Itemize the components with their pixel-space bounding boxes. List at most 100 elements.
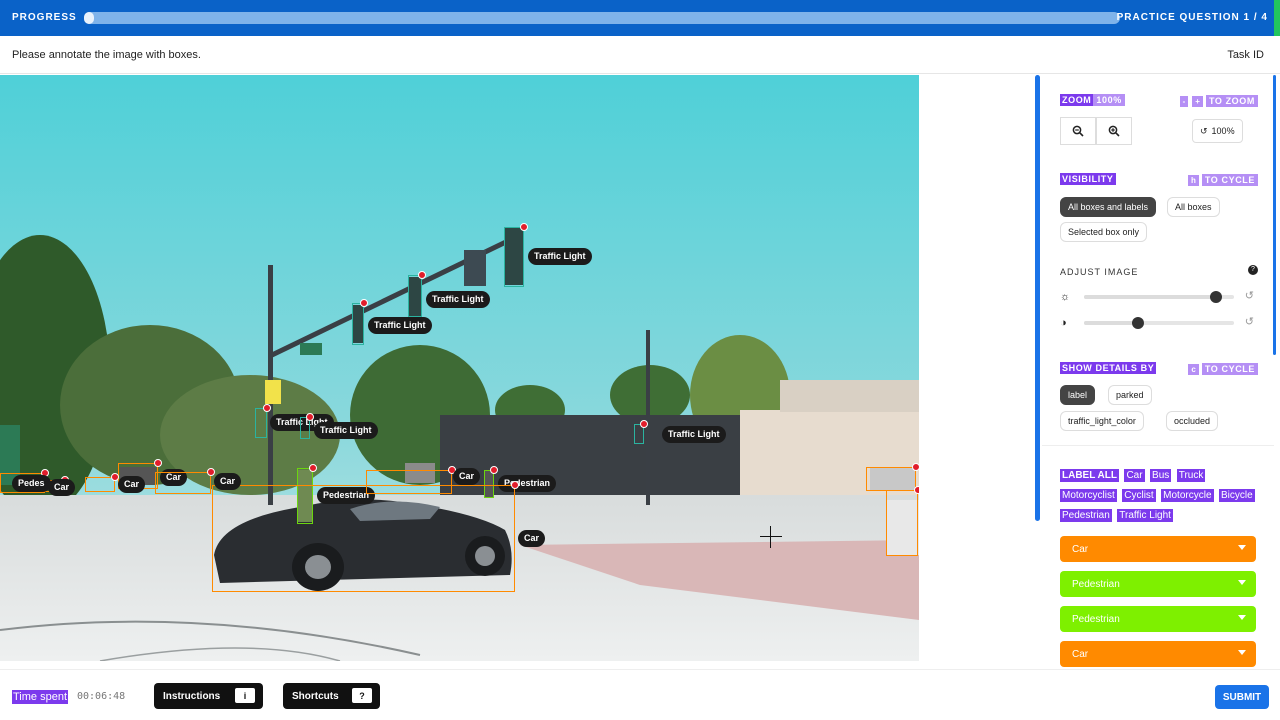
- annotation-label[interactable]: Car: [214, 473, 242, 490]
- annotation-label[interactable]: Car: [453, 468, 481, 485]
- label-all-pedestrian[interactable]: Pedestrian: [1060, 509, 1112, 522]
- annotation-canvas[interactable]: Traffic Light Traffic Light Traffic Light T…: [0, 75, 919, 661]
- delete-box-icon[interactable]: [490, 466, 498, 474]
- details-option-label[interactable]: label: [1060, 385, 1096, 405]
- panel-scrollbar[interactable]: [1273, 75, 1276, 355]
- annotation-dropdown[interactable]: Pedestrian: [1060, 571, 1256, 597]
- label-all-cyclist[interactable]: Cyclist: [1122, 489, 1156, 502]
- submit-button[interactable]: SUBMIT: [1215, 685, 1269, 709]
- footer-bar: Time spent 00:06:48 Instructions i Short…: [0, 669, 1280, 720]
- annotation-dropdown[interactable]: Car: [1060, 641, 1256, 667]
- zoom-hint: TO ZOOM: [1205, 95, 1258, 107]
- instructions-key: i: [235, 688, 255, 703]
- details-option-traffic-light-color[interactable]: traffic_light_color: [1060, 411, 1144, 431]
- canvas-scrollbar[interactable]: [1035, 75, 1040, 521]
- instructions-label: Instructions: [163, 690, 221, 702]
- chevron-down-icon: [1238, 615, 1246, 620]
- annotation-box[interactable]: [85, 477, 115, 492]
- delete-box-icon[interactable]: [640, 420, 648, 428]
- instructions-button[interactable]: Instructions i: [154, 683, 263, 709]
- visibility-key: h: [1186, 174, 1200, 187]
- annotation-box[interactable]: [504, 227, 524, 287]
- label-all-truck[interactable]: Truck: [1176, 469, 1206, 482]
- annotation-label[interactable]: Car: [48, 479, 76, 496]
- brightness-reset-icon[interactable]: ↺: [1245, 289, 1254, 302]
- annotation-label[interactable]: Traffic Light: [662, 426, 726, 443]
- delete-box-icon[interactable]: [914, 486, 919, 494]
- brightness-slider[interactable]: [1084, 291, 1234, 303]
- label-all-motorcycle[interactable]: Motorcycle: [1161, 489, 1214, 502]
- details-shortcut-hint: c TO CYCLE: [1187, 363, 1258, 376]
- contrast-icon: ◑: [1060, 317, 1067, 329]
- label-all-bus[interactable]: Bus: [1150, 469, 1172, 482]
- annotation-box[interactable]: [255, 408, 267, 438]
- contrast-reset-icon[interactable]: ↺: [1245, 315, 1254, 328]
- visibility-option-selected-only[interactable]: Selected box only: [1060, 222, 1148, 242]
- annotation-box[interactable]: [408, 275, 422, 317]
- panel-divider: [1042, 445, 1274, 446]
- help-icon[interactable]: ?: [1248, 265, 1258, 275]
- delete-box-icon[interactable]: [511, 481, 519, 489]
- annotation-label[interactable]: Pedes: [12, 475, 51, 492]
- brightness-slider-thumb[interactable]: [1210, 291, 1222, 303]
- label-all-bicycle[interactable]: Bicycle: [1218, 489, 1255, 502]
- delete-box-icon[interactable]: [154, 459, 162, 467]
- visibility-label: VISIBILITY: [1060, 173, 1116, 185]
- annotation-box[interactable]: [155, 472, 211, 494]
- task-instruction: Please annotate the image with boxes.: [12, 49, 201, 61]
- zoom-reset-button[interactable]: ↺ 100%: [1192, 119, 1243, 143]
- zoom-out-button[interactable]: [1060, 117, 1096, 145]
- zoom-label: ZOOM: [1060, 94, 1094, 106]
- zoom-reset-label: 100%: [1211, 126, 1235, 136]
- zoom-in-button[interactable]: [1096, 117, 1132, 145]
- delete-box-icon[interactable]: [360, 299, 368, 307]
- annotation-box[interactable]: [886, 490, 918, 556]
- zoom-shortcut-hint: - + TO ZOOM: [1178, 95, 1258, 108]
- time-spent-label: Time spent: [12, 690, 69, 704]
- task-id-link[interactable]: Task ID: [1227, 49, 1264, 61]
- annotation-box[interactable]: [366, 470, 452, 494]
- zoom-header: ZOOM 100%: [1060, 94, 1125, 106]
- label-all-title: LABEL ALL: [1060, 469, 1119, 482]
- brightness-icon: ☼: [1060, 291, 1071, 303]
- annotation-label[interactable]: Traffic Light: [426, 291, 490, 308]
- shortcuts-label: Shortcuts: [292, 690, 339, 702]
- delete-box-icon[interactable]: [309, 464, 317, 472]
- shortcuts-button[interactable]: Shortcuts ?: [283, 683, 380, 709]
- delete-box-icon[interactable]: [263, 404, 271, 412]
- progress-label: PROGRESS: [12, 12, 77, 23]
- delete-box-icon[interactable]: [418, 271, 426, 279]
- contrast-slider[interactable]: [1084, 317, 1234, 329]
- shortcuts-key: ?: [352, 688, 372, 703]
- details-option-occluded[interactable]: occluded: [1166, 411, 1219, 431]
- annotation-label[interactable]: Traffic Light: [368, 317, 432, 334]
- details-option-parked[interactable]: parked: [1108, 385, 1152, 405]
- annotation-label[interactable]: Car: [518, 530, 546, 547]
- annotation-label[interactable]: Traffic Light: [528, 248, 592, 265]
- crosshair-cursor: [760, 536, 782, 537]
- annotation-box[interactable]: [866, 467, 916, 491]
- practice-question-counter: PRACTICE QUESTION 1 / 4: [1116, 12, 1268, 23]
- adjust-image-title: ADJUST IMAGE: [1060, 267, 1139, 277]
- annotation-dropdown[interactable]: Pedestrian: [1060, 606, 1256, 632]
- label-all-motorcyclist[interactable]: Motorcyclist: [1060, 489, 1117, 502]
- annotation-label[interactable]: Car: [118, 476, 146, 493]
- zoom-value: 100%: [1093, 94, 1125, 106]
- contrast-slider-thumb[interactable]: [1132, 317, 1144, 329]
- annotation-label[interactable]: Traffic Light: [314, 422, 378, 439]
- crosshair-cursor-vertical: [770, 526, 771, 548]
- annotation-box[interactable]: [212, 485, 515, 592]
- delete-box-icon[interactable]: [306, 413, 314, 421]
- visibility-option-all-boxes[interactable]: All boxes: [1167, 197, 1220, 217]
- visibility-option-all-boxes-labels[interactable]: All boxes and labels: [1060, 197, 1157, 217]
- delete-box-icon[interactable]: [207, 468, 215, 476]
- delete-box-icon[interactable]: [912, 463, 919, 471]
- label-all-car[interactable]: Car: [1124, 469, 1145, 482]
- annotation-dropdown[interactable]: Car: [1060, 536, 1256, 562]
- visibility-shortcut-hint: h TO CYCLE: [1186, 174, 1258, 187]
- label-all-traffic-light[interactable]: Traffic Light: [1117, 509, 1173, 522]
- delete-box-icon[interactable]: [111, 473, 119, 481]
- annotation-box[interactable]: [352, 303, 364, 345]
- delete-box-icon[interactable]: [520, 223, 528, 231]
- reset-icon: ↺: [1200, 125, 1208, 136]
